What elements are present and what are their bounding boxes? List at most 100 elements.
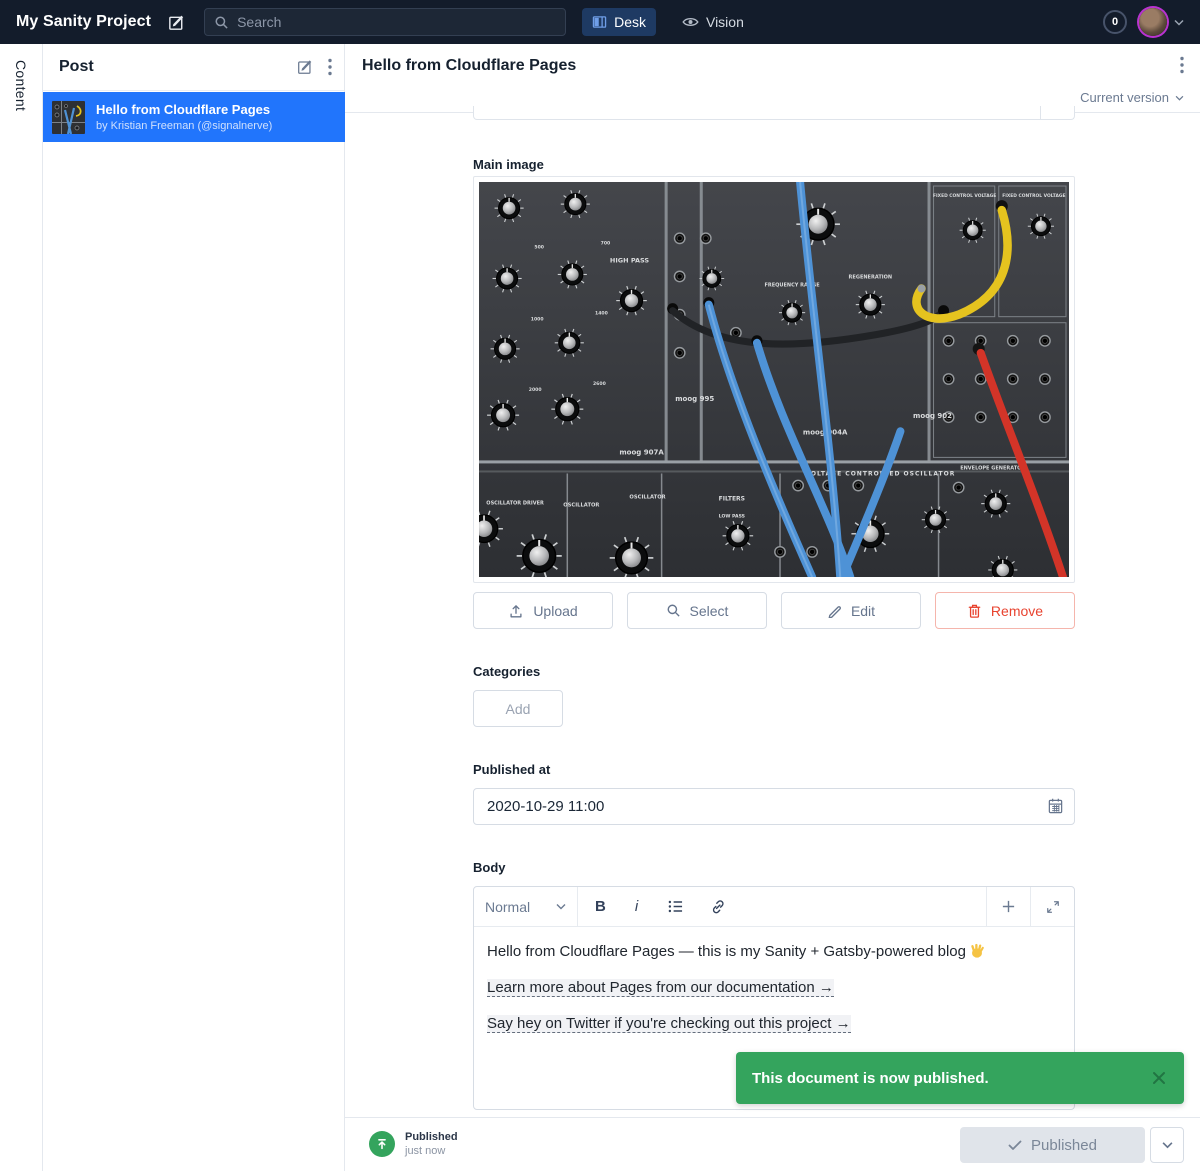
tab-desk-label: Desk [614, 14, 646, 30]
compose-icon [296, 58, 314, 76]
published-at-field [473, 788, 1075, 825]
chevron-down-icon [1162, 1141, 1173, 1149]
publish-button-label: Published [1031, 1137, 1097, 1154]
bold-button[interactable]: B [595, 898, 606, 915]
edit-button[interactable]: Edit [781, 592, 921, 629]
upload-button[interactable]: Upload [473, 592, 613, 629]
svg-text:moog 995: moog 995 [675, 394, 714, 403]
svg-text:moog 907A: moog 907A [619, 447, 664, 456]
publish-status: Published just now [369, 1131, 458, 1157]
svg-text:REGENERATION: REGENERATION [849, 274, 893, 280]
select-button[interactable]: Select [627, 592, 767, 629]
project-title: My Sanity Project [16, 13, 151, 31]
wave-emoji [969, 943, 985, 959]
edit-label: Edit [851, 603, 875, 619]
editor-content[interactable]: Hello from Cloudflare Pages — this is my… [474, 927, 1074, 1063]
bullet-list-icon [667, 899, 684, 914]
close-icon[interactable] [1150, 1069, 1168, 1087]
avatar-chevron-icon[interactable] [1174, 19, 1184, 26]
calendar-icon[interactable] [1047, 797, 1064, 815]
post-list-pane: Post [43, 44, 345, 1171]
post-list-item[interactable]: Hello from Cloudflare Pages by Kristian … [43, 92, 345, 142]
synthesizer-photo: HIGH PASS FREQUENCY RANGE REGENERATION F… [479, 182, 1069, 577]
content-rail-label: Content [13, 60, 29, 111]
check-icon [1008, 1140, 1022, 1151]
document-pane: Hello from Cloudflare Pages Current vers… [345, 44, 1200, 1171]
svg-text:OSCILLATOR: OSCILLATOR [629, 495, 665, 501]
add-label: Add [506, 701, 531, 717]
trash-icon [967, 603, 982, 619]
slug-input-partial[interactable] [473, 106, 1075, 120]
document-header: Hello from Cloudflare Pages Current vers… [345, 44, 1200, 113]
dots-vertical-icon [328, 58, 332, 76]
chevron-down-icon [556, 903, 566, 910]
svg-text:FIXED CONTROL VOLTAGE: FIXED CONTROL VOLTAGE [1002, 193, 1065, 199]
expand-icon [1046, 900, 1060, 914]
svg-text:1400: 1400 [595, 311, 608, 317]
chevron-down-icon [1175, 95, 1184, 101]
docs-link[interactable]: Learn more about Pages from our document… [487, 979, 834, 997]
publish-toast: This document is now published. [736, 1052, 1184, 1104]
pane-title: Post [59, 58, 94, 76]
editor-toolbar: Normal B i [474, 887, 1074, 927]
pane-menu-button[interactable] [328, 58, 332, 76]
body-paragraph: Say hey on Twitter if you're checking ou… [487, 1013, 1061, 1034]
tab-desk[interactable]: Desk [582, 8, 656, 36]
style-select-value: Normal [485, 899, 530, 915]
svg-text:500: 500 [534, 244, 544, 250]
document-form: Main image [345, 113, 1200, 1117]
svg-text:ENVELOPE GENERATOR: ENVELOPE GENERATOR [960, 465, 1025, 471]
fullscreen-button[interactable] [1030, 887, 1074, 926]
remove-button[interactable]: Remove [935, 592, 1075, 629]
remove-label: Remove [991, 603, 1043, 619]
svg-text:HIGH PASS: HIGH PASS [610, 256, 650, 264]
add-category-button[interactable]: Add [473, 690, 563, 727]
eye-icon [682, 15, 699, 29]
twitter-link[interactable]: Say hey on Twitter if you're checking ou… [487, 1015, 851, 1033]
svg-text:moog 902: moog 902 [913, 411, 952, 420]
link-button[interactable] [710, 899, 726, 915]
desk-icon [592, 15, 607, 29]
item-title: Hello from Cloudflare Pages [96, 102, 272, 117]
published-at-input[interactable] [473, 788, 1075, 825]
svg-text:2000: 2000 [529, 387, 542, 393]
svg-text:OSCILLATOR DRIVER: OSCILLATOR DRIVER [486, 501, 544, 507]
upload-label: Upload [533, 603, 577, 619]
svg-text:LOW PASS: LOW PASS [719, 514, 745, 520]
toast-message: This document is now published. [752, 1070, 1150, 1087]
document-footer: Published just now Published [345, 1117, 1200, 1171]
create-post-button[interactable] [296, 58, 314, 76]
insert-block-button[interactable] [986, 887, 1030, 926]
sanity-studio: My Sanity Project [0, 0, 1200, 1171]
plus-icon [1001, 899, 1016, 914]
upload-icon [508, 603, 524, 619]
svg-text:OSCILLATOR: OSCILLATOR [563, 503, 599, 509]
document-title: Hello from Cloudflare Pages [362, 57, 576, 75]
image-preview[interactable]: HIGH PASS FREQUENCY RANGE REGENERATION F… [473, 176, 1075, 583]
count-badge[interactable]: 0 [1103, 10, 1127, 34]
pencil-icon [827, 603, 842, 618]
dots-vertical-icon [1180, 56, 1184, 74]
document-menu-button[interactable] [1180, 56, 1184, 74]
search-bar[interactable] [204, 8, 566, 36]
tab-vision-label: Vision [706, 14, 744, 30]
user-avatar[interactable] [1139, 8, 1167, 36]
main-image-label: Main image [473, 157, 1075, 172]
publish-status-icon [369, 1131, 395, 1157]
new-document-button[interactable] [167, 13, 186, 32]
tab-vision[interactable]: Vision [672, 8, 754, 36]
version-label: Current version [1080, 90, 1169, 105]
publish-menu-button[interactable] [1150, 1127, 1184, 1163]
style-select[interactable]: Normal [474, 887, 578, 926]
publish-button[interactable]: Published [960, 1127, 1145, 1163]
version-menu[interactable]: Current version [1080, 90, 1184, 105]
search-input[interactable] [237, 14, 537, 30]
compose-icon [167, 13, 186, 32]
italic-button[interactable]: i [632, 898, 641, 915]
search-icon [214, 15, 229, 30]
bullet-list-button[interactable] [667, 899, 684, 914]
content-rail[interactable]: Content [0, 44, 43, 1171]
svg-text:2600: 2600 [593, 381, 606, 387]
svg-text:700: 700 [601, 240, 611, 246]
categories-label: Categories [473, 664, 1075, 679]
